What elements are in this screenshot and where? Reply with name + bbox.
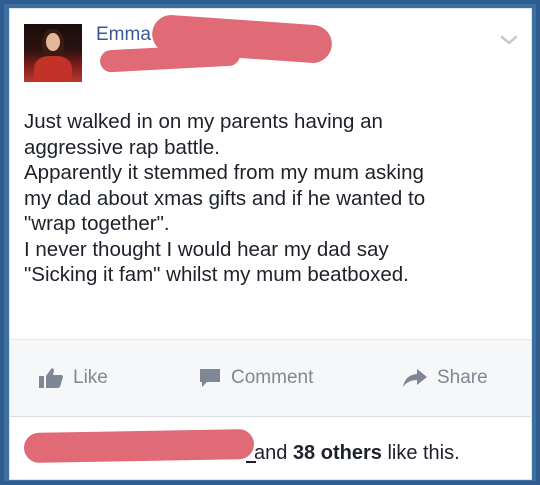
likes-text[interactable]: and 38 others like this. [254,442,460,465]
share-arrow-icon [403,369,427,387]
chevron-down-icon[interactable] [499,33,519,47]
likes-count[interactable]: 38 others [293,442,382,464]
post-line: Just walked in on my parents having an [24,110,383,133]
comment-button[interactable]: Comment [198,366,313,390]
post-line: aggressive rap battle. [24,135,221,159]
comment-icon [200,369,220,387]
thumbs-up-icon [39,368,63,388]
likers-redaction [23,428,255,464]
share-label: Share [437,367,488,388]
post-header: Emma [10,9,531,94]
like-label: Like [73,367,108,388]
post-line: "Sicking it fam" whilst my mum beatboxed… [24,263,409,286]
author-name[interactable]: Emma [96,24,151,46]
likes-summary: and 38 others like this. [10,415,531,477]
post-line: Apparently it stemmed from my mum asking [24,161,424,184]
avatar[interactable] [24,24,82,82]
post-line: I never thought I would hear my dad say [24,237,389,261]
post-card: Emma Just walked in on my parents having… [9,8,532,480]
post-body: Just walked in on my parents having an a… [24,109,519,288]
like-button[interactable]: Like [38,366,108,390]
post-line: "wrap together". [24,212,170,235]
post-line: my dad about xmas gifts and if he wanted… [24,186,426,210]
comment-label: Comment [231,367,314,388]
name-redaction-lower [99,43,241,73]
action-bar: Like Comment Share [10,339,531,417]
share-button[interactable]: Share [402,366,488,390]
